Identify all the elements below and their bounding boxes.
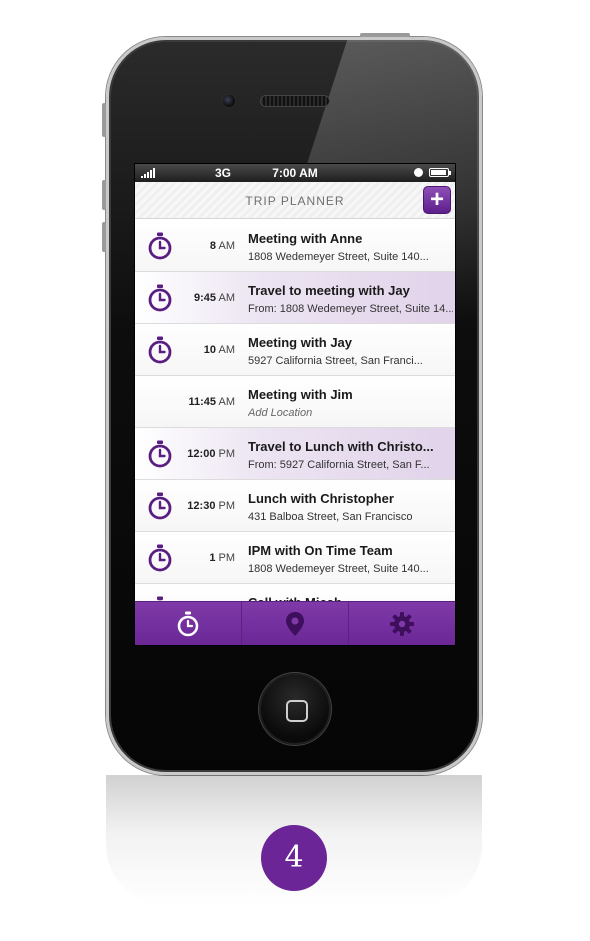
event-time: 12:30 PM — [175, 500, 235, 512]
event-time-value: 12:30 — [187, 500, 216, 512]
travel-row[interactable]: 12:00 PM Travel to Lunch with Christo... F… — [135, 428, 455, 480]
volume-down-button — [102, 222, 106, 252]
tab-schedule[interactable] — [135, 602, 242, 645]
event-title: Meeting with Anne — [248, 231, 363, 246]
event-time-period: PM — [218, 448, 236, 460]
stopwatch-icon — [147, 440, 173, 468]
tab-settings[interactable] — [349, 602, 455, 645]
event-time: 1 PM — [175, 552, 235, 564]
add-location-link[interactable]: Add Location — [248, 407, 453, 419]
event-title: Lunch with Christopher — [248, 491, 394, 506]
event-time: 12:00 PM — [175, 448, 235, 460]
event-title: Travel to Lunch with Christo... — [248, 439, 434, 454]
event-row[interactable]: 1 PM IPM with On Time Team 1808 Wedemeyer … — [135, 532, 455, 584]
event-row[interactable]: 10 AM Meeting with Jay 5927 California Str… — [135, 324, 455, 376]
event-title: Meeting with Jay — [248, 335, 353, 350]
home-square-icon — [286, 700, 308, 722]
event-time-value: 10 — [203, 344, 217, 356]
schedule-list: 8 AM Meeting with Anne 1808 Wedemeyer Stre… — [135, 220, 455, 636]
event-time-value: 1 — [209, 552, 216, 564]
status-time: 7:00 AM — [272, 166, 318, 180]
event-time: 10 AM — [175, 344, 235, 356]
tab-bar — [135, 601, 455, 645]
add-item-button[interactable]: + — [423, 186, 451, 214]
event-location: 5927 California Street, San Franci... — [248, 355, 423, 367]
alarm-icon — [414, 168, 423, 177]
volume-up-button — [102, 180, 106, 210]
stopwatch-icon — [147, 492, 173, 520]
event-location: 1808 Wedemeyer Street, Suite 140... — [248, 563, 429, 575]
event-time-value: 8 — [209, 240, 217, 252]
event-time-period: AM — [218, 292, 236, 304]
tab-locations[interactable] — [242, 602, 349, 645]
map-pin-icon — [286, 611, 304, 636]
event-title: Travel to meeting with Jay — [248, 283, 410, 298]
event-location: 1808 Wedemeyer Street, Suite 140... — [248, 251, 429, 263]
event-time: 9:45 AM — [175, 292, 235, 304]
stopwatch-icon — [147, 284, 173, 312]
front-camera — [222, 94, 236, 108]
mute-switch — [102, 103, 106, 137]
stopwatch-icon — [147, 544, 173, 572]
event-location: From: 1808 Wedemeyer Street, Suite 14... — [248, 303, 453, 315]
event-location: From: 5927 California Street, San F... — [248, 459, 430, 471]
event-time-period: PM — [218, 500, 236, 512]
home-button[interactable] — [259, 673, 331, 745]
event-time-value: 12:00 — [187, 448, 216, 460]
step-number-badge: 4 — [261, 825, 327, 891]
app-screen: 3G 7:00 AM TRIP PLANNER + 8 AM Meeting wi… — [134, 163, 456, 646]
event-time-value: 11:45 — [188, 396, 217, 408]
event-time-value: 9:45 — [194, 292, 217, 304]
stopwatch-icon — [147, 336, 173, 364]
page-title: TRIP PLANNER — [245, 194, 345, 208]
event-time-period: PM — [218, 552, 236, 564]
nav-bar: TRIP PLANNER + — [135, 182, 455, 219]
event-time-period: AM — [218, 240, 236, 252]
event-time: 8 AM — [175, 240, 235, 252]
stopwatch-icon — [147, 232, 173, 260]
event-time-period: AM — [218, 396, 236, 408]
event-title: Meeting with Jim — [248, 387, 353, 402]
stopwatch-icon — [177, 611, 199, 636]
battery-icon — [429, 168, 451, 177]
event-row[interactable]: 12:30 PM Lunch with Christopher 431 Balboa… — [135, 480, 455, 532]
earpiece-speaker — [260, 95, 330, 107]
event-row[interactable]: 8 AM Meeting with Anne 1808 Wedemeyer Stre… — [135, 220, 455, 272]
travel-row[interactable]: 9:45 AM Travel to meeting with Jay From: 1… — [135, 272, 455, 324]
status-bar: 3G 7:00 AM — [135, 164, 455, 182]
event-location: 431 Balboa Street, San Francisco — [248, 511, 413, 523]
event-title: IPM with On Time Team — [248, 543, 393, 558]
event-row[interactable]: 11:45 AM Meeting with Jim Add Location — [135, 376, 455, 428]
gear-icon — [390, 611, 414, 636]
event-time: 11:45 AM — [175, 396, 235, 408]
event-time-period: AM — [218, 344, 236, 356]
power-button — [360, 33, 410, 37]
